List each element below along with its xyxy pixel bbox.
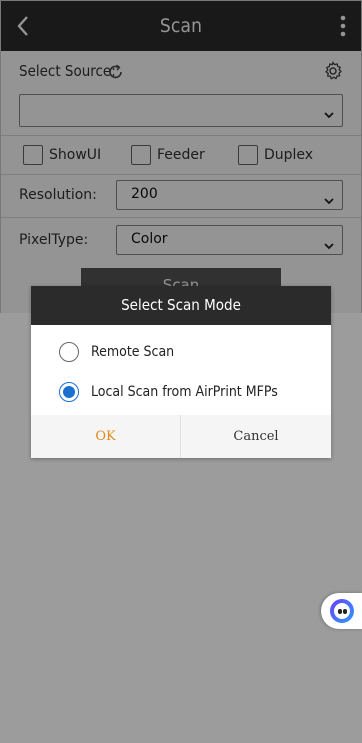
dialog-footer: OK Cancel [31, 415, 331, 458]
option-label: Remote Scan [91, 344, 175, 360]
remote-scan-option[interactable]: Remote Scan [59, 342, 174, 362]
assistant-bubble[interactable] [321, 593, 362, 629]
scan-mode-dialog: Select Scan Mode Remote Scan Local Scan … [31, 286, 331, 458]
cancel-button[interactable]: Cancel [181, 415, 331, 458]
dialog-title: Select Scan Mode [31, 286, 331, 325]
option-label: Local Scan from AirPrint MFPs [91, 384, 278, 400]
assistant-icon [330, 599, 354, 623]
local-scan-option[interactable]: Local Scan from AirPrint MFPs [59, 382, 278, 402]
ok-button[interactable]: OK [31, 415, 181, 458]
radio-button-selected[interactable] [59, 382, 79, 402]
radio-button[interactable] [59, 342, 79, 362]
